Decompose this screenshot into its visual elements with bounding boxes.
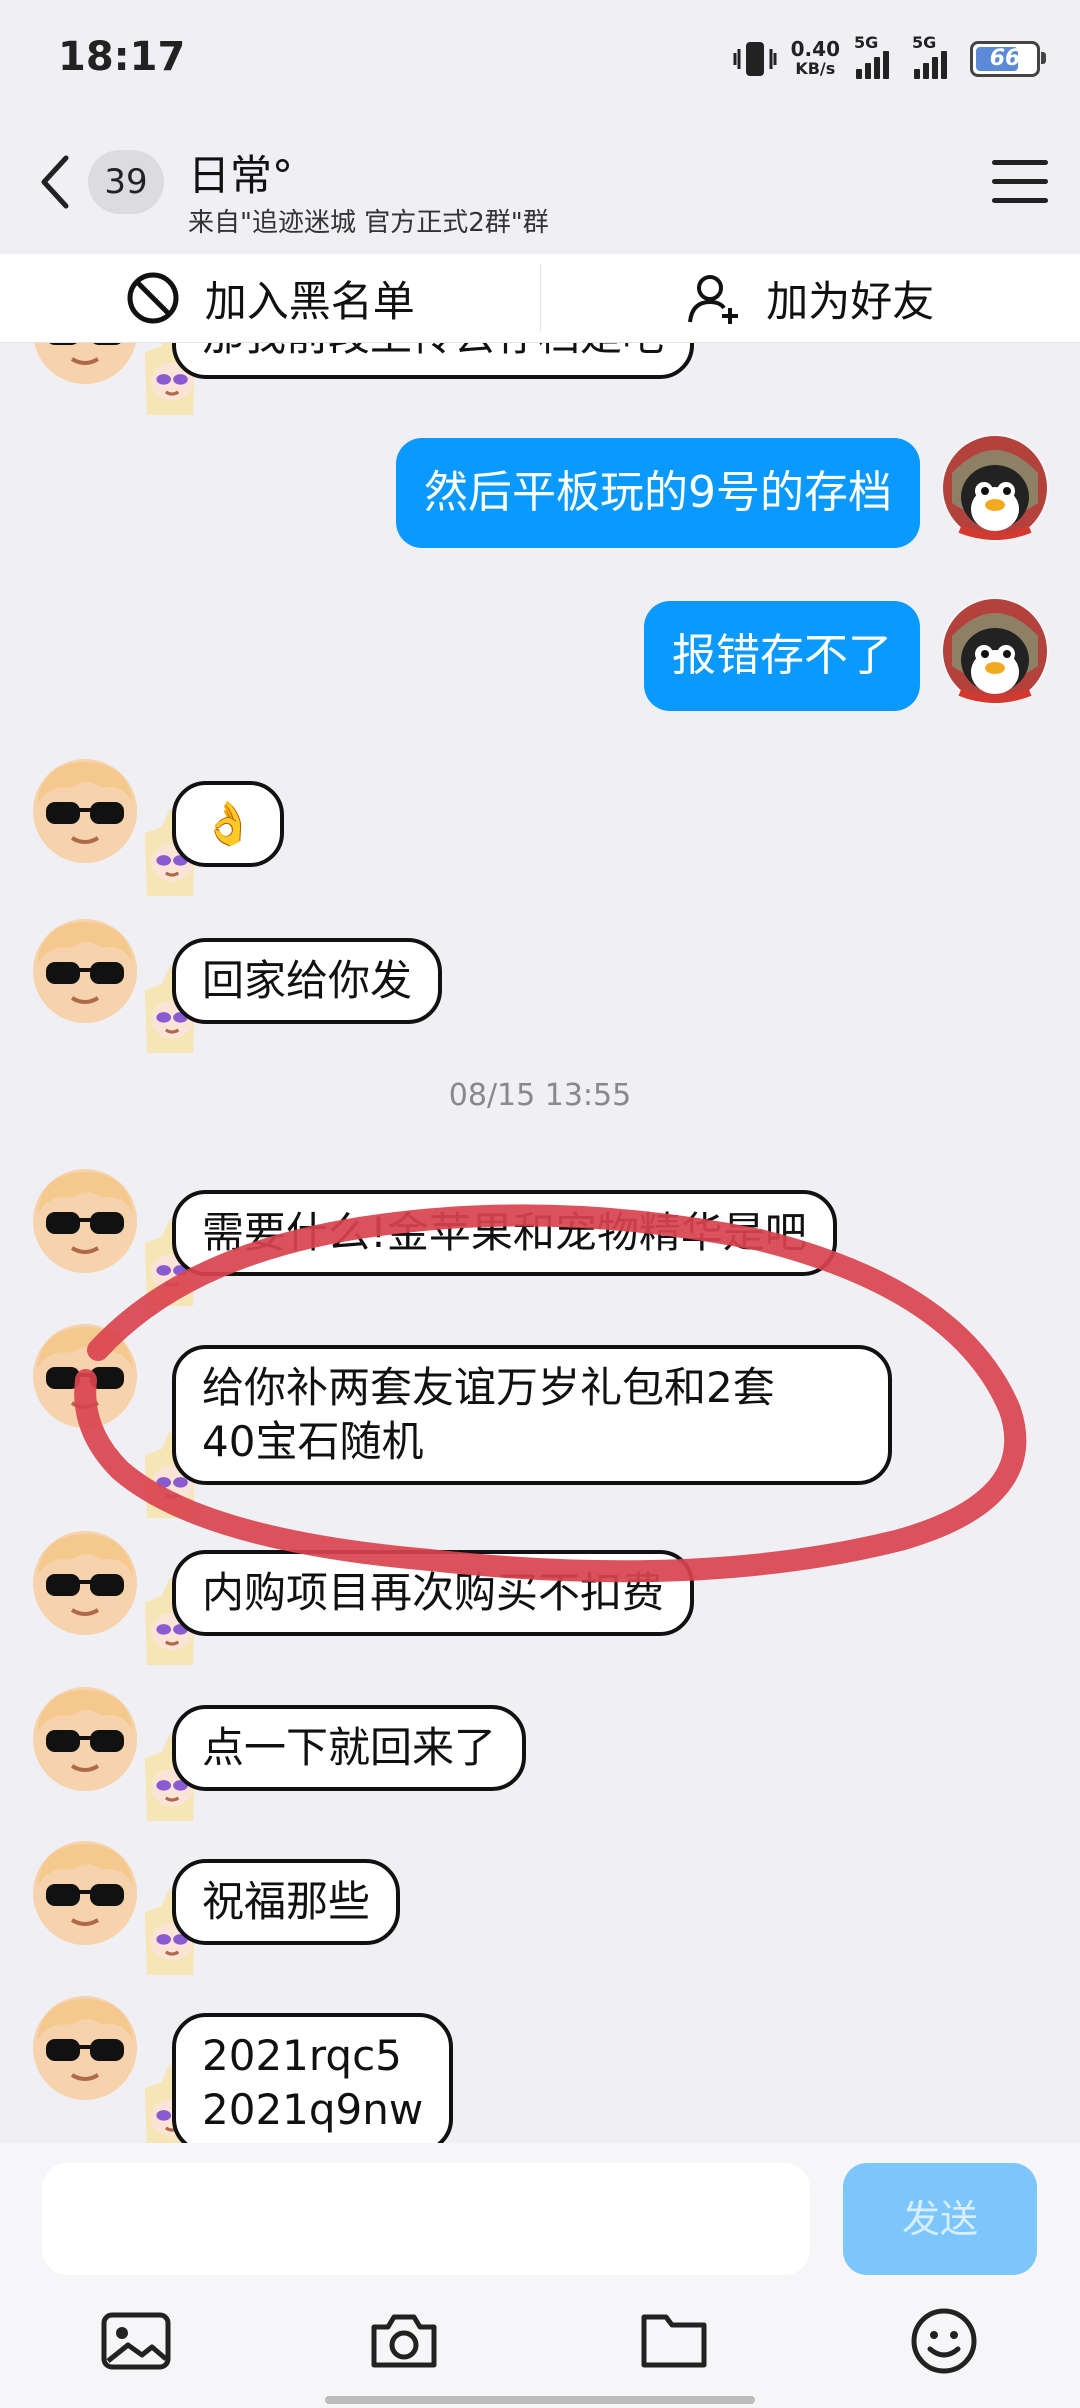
message-input[interactable] [42, 2163, 810, 2275]
folder-icon[interactable] [636, 2303, 712, 2379]
vibrate-icon [733, 42, 777, 76]
add-friend-label: 加为好友 [766, 276, 935, 326]
sender-avatar[interactable] [32, 1995, 138, 2101]
back-arrow-icon[interactable] [34, 150, 78, 214]
message-bubble[interactable]: 祝福那些 [172, 1859, 401, 1945]
image-icon[interactable] [98, 2303, 174, 2379]
message-bubble[interactable]: 回家给你发 [172, 938, 443, 1024]
chat-subtitle: 来自"追迹迷城 官方正式2群"群 [188, 208, 549, 238]
message-bubble[interactable]: 点一下就回来了 [172, 1705, 527, 1791]
signal-icon: 5G [912, 33, 956, 79]
sender-avatar[interactable] [32, 918, 138, 1024]
block-label: 加入黑名单 [204, 276, 415, 326]
message-bubble-outgoing[interactable]: 然后平板玩的9号的存档 [396, 438, 920, 548]
message-bubble[interactable]: 内购项目再次购买不扣费 [172, 1550, 695, 1636]
add-user-icon [688, 275, 739, 324]
signal-type-label: 5G [854, 33, 879, 52]
sender-avatar[interactable] [32, 343, 138, 385]
add-friend-button[interactable]: 加为好友 [541, 254, 1080, 342]
message-bubble-outgoing[interactable]: 报错存不了 [644, 601, 920, 711]
my-avatar[interactable] [940, 433, 1050, 543]
unread-count-badge[interactable]: 39 [88, 150, 164, 214]
sender-avatar[interactable] [32, 758, 138, 864]
message-timestamp: 08/15 13:55 [448, 1078, 632, 1113]
signal-type-label: 5G [912, 33, 937, 52]
home-indicator[interactable] [325, 2396, 755, 2404]
signal-icon: 5G [854, 33, 898, 79]
message-bubble[interactable]: 👌 [172, 781, 285, 867]
chat-title: 日常° [188, 151, 294, 200]
status-time: 18:17 [58, 34, 186, 80]
battery-icon: 66 [970, 41, 1046, 77]
network-speed: 0.40 KB/s [791, 39, 840, 79]
message-bubble[interactable]: 需要什么!金苹果和宠物精华是吧 [172, 1190, 837, 1276]
sender-avatar[interactable] [32, 1686, 138, 1792]
sender-avatar[interactable] [32, 1168, 138, 1274]
composer-bar: 发送 [0, 2143, 1080, 2408]
message-bubble[interactable]: 给你补两套友谊万岁礼包和2套 40宝石随机 [172, 1345, 892, 1485]
action-bar: 加入黑名单 加为好友 [0, 254, 1080, 343]
emoji-icon[interactable] [906, 2303, 982, 2379]
camera-icon[interactable] [366, 2303, 442, 2379]
message-bubble[interactable]: 那我前段上传去存档是吧 [172, 343, 695, 379]
sender-avatar[interactable] [32, 1530, 138, 1636]
chat-header: 39 日常° 来自"追迹迷城 官方正式2群"群 [0, 120, 1080, 260]
message-list[interactable]: 那我前段上传去存档是吧 然后平板玩的9号的存档 报错存不了 👌 回家给你发 08… [0, 343, 1080, 2143]
battery-level: 66 [989, 46, 1021, 71]
block-button[interactable]: 加入黑名单 [0, 254, 540, 342]
message-bubble[interactable]: 2021rqc5 2021q9nw [172, 2013, 454, 2143]
my-avatar[interactable] [940, 596, 1050, 706]
network-speed-value: 0.40 [790, 37, 840, 61]
block-icon [127, 272, 179, 324]
status-indicators: 0.40 KB/s 5G 5G 66 [733, 33, 1046, 84]
sender-avatar[interactable] [32, 1323, 138, 1429]
sender-avatar[interactable] [32, 1840, 138, 1946]
network-speed-unit: KB/s [795, 59, 836, 78]
send-button[interactable]: 发送 [843, 2163, 1037, 2275]
menu-icon[interactable] [992, 160, 1048, 206]
status-bar: 18:17 0.40 KB/s 5G 5G 66 [0, 0, 1080, 120]
